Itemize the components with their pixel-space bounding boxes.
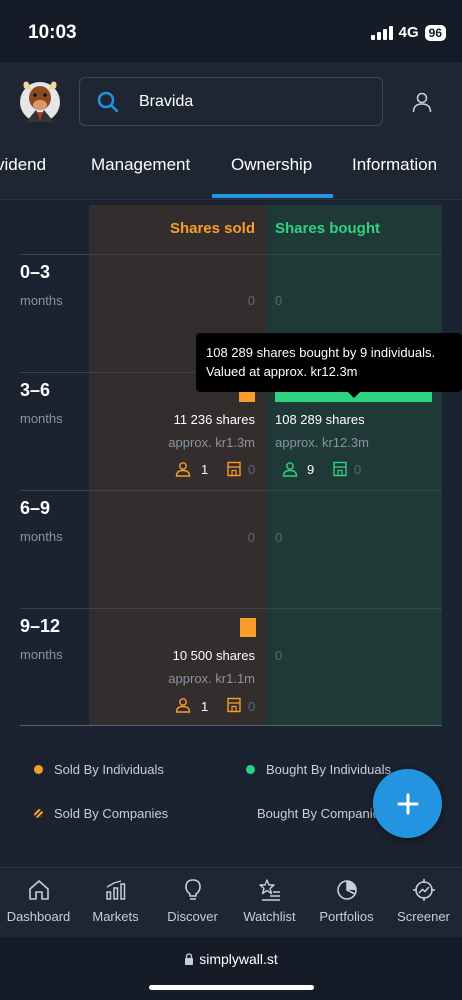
tab-dividend[interactable]: vidend (0, 155, 46, 175)
bought-companies-count: 0 (354, 462, 362, 477)
home-indicator[interactable] (149, 985, 314, 990)
sold-value: 0 (247, 530, 255, 545)
tooltip-line: 108 289 shares bought by 9 individuals. (206, 345, 436, 360)
tooltip-line: Valued at approx. kr12.3m (206, 364, 358, 379)
markets-icon (105, 880, 125, 900)
legend-sold-individuals: Sold By Individuals (34, 762, 164, 777)
orange-dot-icon (34, 765, 43, 774)
period-unit: months (20, 293, 63, 308)
row-divider (20, 490, 442, 491)
signal-icon (370, 25, 393, 40)
nav-label: Dashboard (6, 909, 71, 924)
nav-label: Discover (167, 909, 218, 924)
legend-bought-companies: Bought By Companies (246, 806, 376, 821)
section-tabs: vidend Management Ownership Information (0, 142, 462, 200)
plus-icon (397, 793, 418, 814)
nav-dashboard[interactable]: Dashboard (0, 868, 77, 938)
screener-icon (412, 879, 435, 901)
bought-shares: 108 289 shares (275, 412, 365, 427)
sold-companies-count: 0 (248, 699, 256, 714)
pie-icon (336, 880, 357, 900)
chart-tooltip: 108 289 shares bought by 9 individuals. … (196, 333, 462, 392)
shares-bought-header: Shares bought (275, 220, 381, 237)
sold-value: 0 (247, 293, 255, 308)
period-label: 3–6 (20, 380, 51, 400)
legend-bought-individuals: Bought By Individuals (246, 762, 391, 777)
tooltip-arrow (347, 391, 361, 398)
person-icon (175, 698, 191, 713)
period-unit: months (20, 411, 63, 426)
legend-label: Sold By Individuals (54, 762, 164, 777)
bottom-navigation: Dashboard Markets Discover Watchlist Por… (0, 867, 462, 937)
home-icon (28, 880, 49, 900)
nav-label: Screener (397, 909, 450, 924)
active-tab-indicator (212, 194, 333, 198)
add-button[interactable] (373, 769, 442, 838)
bull-logo-icon[interactable] (18, 76, 62, 124)
sold-shares: 10 500 shares (172, 648, 255, 663)
bought-value: 0 (275, 648, 283, 663)
search-value: Bravida (139, 92, 194, 110)
watchlist-icon (258, 879, 280, 901)
lock-icon (185, 953, 194, 965)
insider-trading-chart: Shares sold Shares bought 0–3 months 0 0… (0, 200, 462, 867)
period-label: 0–3 (20, 262, 51, 282)
building-icon (333, 461, 347, 477)
row-divider (20, 608, 442, 609)
bought-value: 0 (275, 530, 283, 545)
user-icon[interactable] (410, 90, 434, 114)
url-text: simplywall.st (199, 951, 278, 967)
nav-label: Portfolios (319, 909, 374, 924)
period-unit: months (20, 647, 63, 662)
legend-label: Sold By Companies (54, 806, 169, 821)
nav-discover[interactable]: Discover (154, 868, 231, 938)
nav-portfolios[interactable]: Portfolios (308, 868, 385, 938)
legend-label: Bought By Companies (257, 806, 376, 821)
nav-screener[interactable]: Screener (385, 868, 462, 938)
bought-approx-value: approx. kr12.3m (275, 435, 369, 450)
building-icon (227, 697, 241, 713)
sold-approx-value: approx. kr1.1m (168, 671, 255, 686)
sold-companies-count: 0 (248, 462, 256, 477)
green-dot-icon (246, 765, 255, 774)
tab-information[interactable]: Information (352, 155, 437, 175)
period-label: 6–9 (20, 498, 51, 518)
person-icon (282, 462, 298, 477)
building-icon (227, 461, 241, 477)
sold-individuals-count: 1 (201, 462, 209, 477)
lightbulb-icon (184, 879, 201, 900)
clock: 10:03 (28, 22, 77, 43)
status-icons: 4G 96 (370, 24, 446, 41)
row-divider (20, 725, 442, 726)
sold-shares: 11 236 shares (173, 412, 255, 427)
row-divider (20, 254, 442, 255)
nav-watchlist[interactable]: Watchlist (231, 868, 308, 938)
nav-markets[interactable]: Markets (77, 868, 154, 938)
search-icon (97, 91, 119, 112)
search-input[interactable]: Bravida (79, 77, 383, 126)
period-label: 9–12 (20, 616, 61, 636)
bought-individuals-count: 9 (307, 462, 315, 477)
url-display[interactable]: simplywall.st (0, 951, 462, 967)
sold-approx-value: approx. kr1.3m (168, 435, 255, 450)
sold-individuals-count: 1 (201, 699, 209, 714)
period-unit: months (20, 529, 63, 544)
bought-value: 0 (275, 293, 283, 308)
sold-bar[interactable] (240, 618, 256, 637)
person-icon (175, 462, 191, 477)
app-header: Bravida (0, 62, 462, 142)
legend-sold-companies: Sold By Companies (34, 806, 168, 821)
shares-sold-header: Shares sold (169, 220, 255, 237)
tab-management[interactable]: Management (91, 155, 190, 175)
nav-label: Markets (92, 909, 139, 924)
network-type: 4G (398, 24, 419, 41)
battery-icon: 96 (424, 24, 446, 41)
legend-label: Bought By Individuals (266, 762, 392, 777)
status-bar: 10:03 4G 96 (0, 0, 462, 62)
tab-ownership[interactable]: Ownership (231, 155, 312, 175)
browser-url-bar: simplywall.st (0, 937, 462, 1000)
orange-striped-dot-icon (34, 809, 43, 818)
nav-label: Watchlist (243, 909, 296, 924)
